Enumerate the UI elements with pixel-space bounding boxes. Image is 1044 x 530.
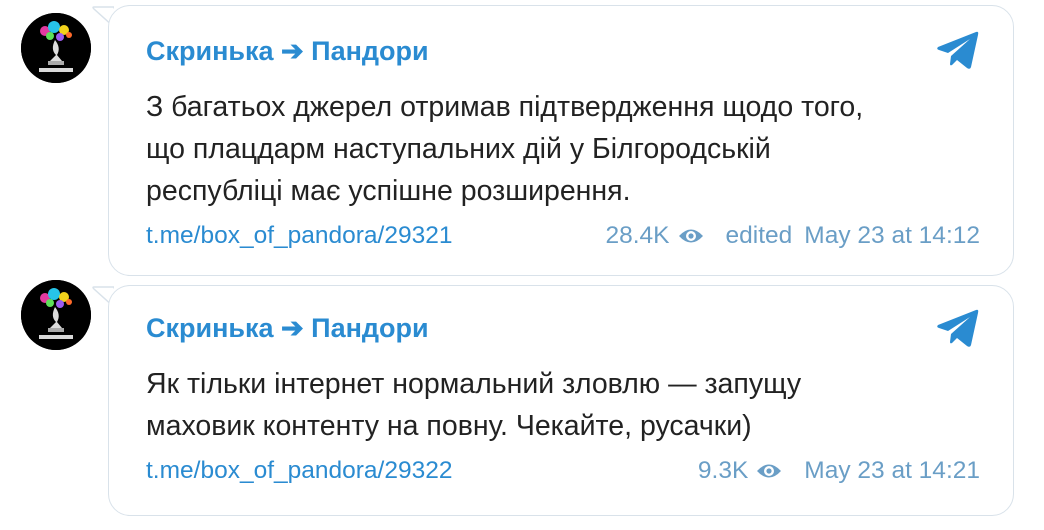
- post-link[interactable]: t.me/box_of_pandora/29321: [146, 222, 453, 250]
- telegram-plane-icon[interactable]: [936, 28, 980, 72]
- view-count: 9.3K: [697, 457, 749, 484]
- channel-avatar[interactable]: [21, 13, 91, 83]
- message-text: Як тільки інтернет нормальний зловлю — з…: [146, 363, 986, 447]
- channel-name[interactable]: Скринька ➔ Пандори: [146, 36, 429, 67]
- message-text: З багатьох джерел отримав підтвердження …: [146, 86, 986, 212]
- message-line: республіці має успішне розширення.: [146, 175, 631, 207]
- message-bubble: Скринька ➔ Пандори З багатьох джерел отр…: [108, 5, 1014, 276]
- message-line: Як тільки інтернет нормальний зловлю — з…: [146, 368, 802, 400]
- channel-avatar[interactable]: [21, 280, 91, 350]
- post-29322: Скринька ➔ Пандори Як тільки інтернет но…: [0, 280, 1044, 530]
- edited-label: edited: [725, 222, 793, 249]
- message-footer: t.me/box_of_pandora/29322 9.3K May 23 at…: [146, 457, 980, 487]
- post-29321: Скринька ➔ Пандори З багатьох джерел отр…: [0, 0, 1044, 280]
- message-footer: t.me/box_of_pandora/29321 28.4K edited M…: [146, 222, 980, 252]
- message-bubble: Скринька ➔ Пандори Як тільки інтернет но…: [108, 285, 1014, 516]
- eye-icon: [757, 464, 782, 478]
- post-link[interactable]: t.me/box_of_pandora/29322: [146, 457, 453, 485]
- channel-name[interactable]: Скринька ➔ Пандори: [146, 313, 429, 344]
- message-line: маховик контенту на повну. Чекайте, руса…: [146, 410, 752, 442]
- telegram-plane-icon[interactable]: [936, 306, 980, 350]
- post-timestamp[interactable]: May 23 at 14:21: [804, 457, 980, 485]
- post-timestamp[interactable]: May 23 at 14:12: [804, 222, 980, 250]
- eye-icon: [678, 229, 703, 243]
- post-meta: 28.4K edited May 23 at 14:12: [606, 222, 981, 250]
- message-line: що плацдарм наступальних дій у Білгородс…: [146, 133, 771, 165]
- view-count: 28.4K: [605, 222, 670, 249]
- message-line: З багатьох джерел отримав підтвердження …: [146, 91, 864, 123]
- post-meta: 9.3K May 23 at 14:21: [698, 457, 980, 485]
